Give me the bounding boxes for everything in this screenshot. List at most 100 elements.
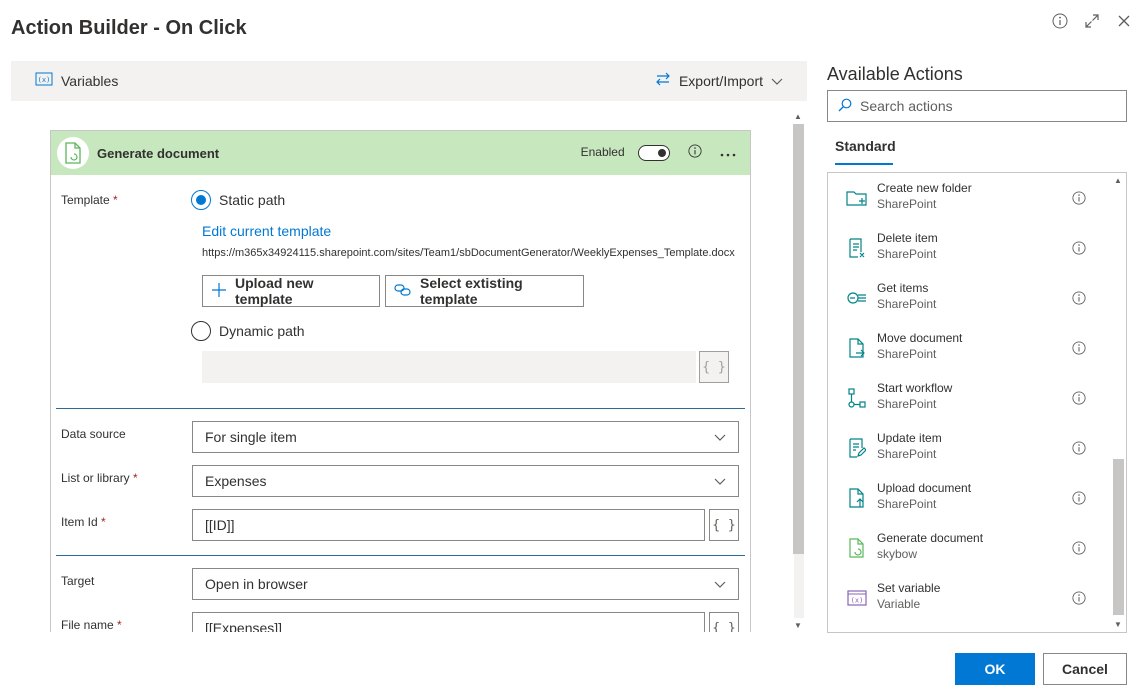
scroll-up-arrow[interactable]: ▲ [794,112,802,121]
dynamic-path-option[interactable]: Dynamic path [191,321,305,341]
scroll-up-arrow[interactable]: ▲ [1114,176,1122,185]
action-source: SharePoint [877,297,937,311]
list-library-label: List or library * [61,471,138,485]
card-info-icon[interactable] [688,144,702,161]
cancel-button[interactable]: Cancel [1043,653,1127,685]
available-actions-title: Available Actions [827,64,963,84]
info-icon[interactable] [1072,191,1086,205]
info-icon[interactable] [1072,241,1086,255]
action-item-generate-document[interactable]: Generate document skybow [828,523,1110,573]
template-label-text: Template [61,193,110,207]
swap-arrows-icon [655,72,671,89]
action-source: SharePoint [877,397,937,411]
scroll-down-arrow[interactable]: ▼ [1114,620,1122,629]
scroll-thumb[interactable] [1113,459,1124,615]
select-template-label: Select extisting template [420,275,523,307]
action-item-create-new-folder[interactable]: Create new folder SharePoint [828,173,1110,223]
chevron-down-icon [771,73,783,89]
action-item-move-document[interactable]: Move document SharePoint [828,323,1110,373]
file-name-label: File name * [61,618,122,632]
item-id-value: [[ID]] [205,517,235,533]
action-source: SharePoint [877,447,937,461]
ok-button[interactable]: OK [955,653,1035,685]
more-options-icon[interactable] [720,146,736,160]
dynamic-path-input[interactable] [202,351,696,383]
generate-document-icon [846,537,868,559]
edit-template-link[interactable]: Edit current template [202,223,331,239]
variables-button[interactable]: (x) Variables [35,72,118,89]
actions-list: Create new folder SharePoint Delete item… [827,172,1127,633]
action-item-upload-document[interactable]: Upload document SharePoint [828,473,1110,523]
data-source-value: For single item [205,429,297,445]
action-item-update-item[interactable]: Update item SharePoint [828,423,1110,473]
item-id-input[interactable]: [[ID]] [192,509,705,541]
file-name-value: [[Expenses]] [205,620,283,632]
action-source: SharePoint [877,197,937,211]
action-name: Move document [877,331,963,345]
card-header[interactable]: Generate document Enabled [51,131,750,175]
required-mark: * [133,471,138,485]
action-name: Get items [877,281,929,295]
action-item-start-workflow[interactable]: Start workflow SharePoint [828,373,1110,423]
get-items-icon [846,287,868,309]
workflow-icon [846,387,868,409]
chevron-down-icon [714,576,726,592]
scroll-down-arrow[interactable]: ▼ [794,621,802,630]
close-icon[interactable] [1115,12,1133,30]
data-source-select[interactable]: For single item [192,421,739,453]
action-name: Update item [877,431,942,445]
editor-scrollbar[interactable]: ▲ ▼ [790,110,807,632]
list-library-select[interactable]: Expenses [192,465,739,497]
upload-template-label: Upload new template [235,275,314,307]
action-source: skybow [877,547,918,561]
static-path-radio[interactable] [191,190,211,210]
chevron-down-icon [714,429,726,445]
static-path-label: Static path [219,192,286,208]
info-icon[interactable] [1072,491,1086,505]
export-import-button[interactable]: Export/Import [655,72,783,89]
file-name-expression-button[interactable]: { } [709,612,739,632]
item-id-expression-button[interactable]: { } [709,509,739,541]
action-source: SharePoint [877,247,937,261]
actions-scrollbar[interactable]: ▲ ▼ [1111,173,1126,632]
tab-standard[interactable]: Standard [835,138,896,154]
search-actions-input[interactable]: Search actions [827,90,1127,122]
tab-standard-underline [835,163,893,165]
dynamic-path-radio[interactable] [191,321,211,341]
action-item-get-items[interactable]: Get items SharePoint [828,273,1110,323]
enabled-toggle[interactable] [638,144,670,161]
variable-icon: (x) [35,72,53,89]
info-icon[interactable] [1072,541,1086,555]
info-icon[interactable] [1072,441,1086,455]
action-name: Upload document [877,481,972,495]
select-template-button[interactable]: Select extisting template [385,275,584,307]
dynamic-path-expression-button[interactable]: { } [699,351,729,383]
variables-label: Variables [61,72,119,89]
info-icon[interactable] [1072,291,1086,305]
info-icon[interactable] [1072,391,1086,405]
export-import-label: Export/Import [678,72,763,89]
info-icon[interactable] [1072,591,1086,605]
search-icon [838,98,852,115]
info-icon[interactable] [1072,341,1086,355]
action-item-set-variable[interactable]: (x) Set variable Variable [828,573,1110,623]
target-value: Open in browser [205,576,308,592]
required-mark: * [113,193,118,207]
list-library-value: Expenses [205,473,267,489]
dynamic-path-label: Dynamic path [219,323,305,339]
required-mark: * [101,515,106,529]
action-source: SharePoint [877,497,937,511]
generate-document-card: Generate document Enabled Template * Sta… [50,130,751,632]
info-icon[interactable] [1051,12,1069,30]
action-name: Create new folder [877,181,972,195]
action-item-delete-item[interactable]: Delete item SharePoint [828,223,1110,273]
file-name-input[interactable]: [[Expenses]] [192,612,705,632]
svg-text:(x): (x) [38,76,51,84]
scroll-thumb[interactable] [793,124,804,554]
action-editor-area: Generate document Enabled Template * Sta… [11,110,807,632]
target-select[interactable]: Open in browser [192,568,739,600]
window-controls [1051,12,1133,30]
static-path-option[interactable]: Static path [191,190,285,210]
expand-icon[interactable] [1083,12,1101,30]
upload-template-button[interactable]: Upload new template [202,275,380,307]
